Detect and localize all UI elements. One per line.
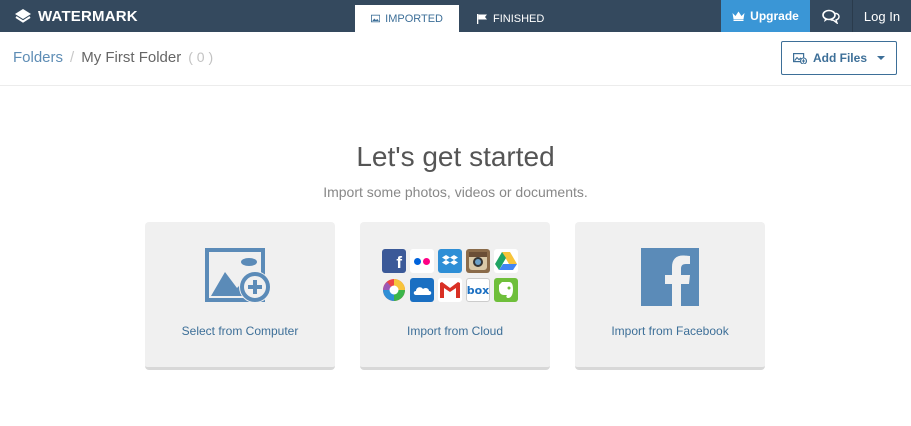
image-add-icon bbox=[205, 248, 271, 303]
dropbox-icon bbox=[438, 249, 462, 273]
app-logo-text: WATERMARK bbox=[38, 7, 138, 25]
instagram-glyph bbox=[469, 252, 487, 270]
flickr-icon bbox=[410, 249, 434, 273]
breadcrumb-current-folder: My First Folder bbox=[81, 49, 182, 66]
picasa-icon bbox=[382, 278, 406, 302]
crown-icon bbox=[732, 11, 745, 21]
evernote-glyph bbox=[499, 282, 513, 298]
upgrade-button[interactable]: Upgrade bbox=[721, 0, 810, 32]
topbar-actions: Upgrade Log In bbox=[721, 0, 911, 32]
breadcrumb: Folders / My First Folder ( 0 ) bbox=[13, 49, 213, 66]
evernote-icon bbox=[494, 278, 518, 302]
gmail-icon bbox=[438, 278, 462, 302]
add-files-label: Add Files bbox=[812, 51, 867, 65]
import-from-facebook-card[interactable]: Import from Facebook bbox=[575, 222, 765, 370]
page-title: Let's get started bbox=[356, 141, 555, 172]
onedrive-glyph bbox=[413, 287, 432, 295]
cloud-services-icon: f box bbox=[382, 249, 546, 302]
folder-header: Folders / My First Folder ( 0 ) Add File… bbox=[0, 32, 911, 86]
page-subtitle: Import some photos, videos or documents. bbox=[323, 184, 588, 200]
spacer-icon bbox=[522, 249, 546, 273]
tab-imported[interactable]: IMPORTED bbox=[355, 5, 459, 32]
folder-item-count: ( 0 ) bbox=[188, 49, 214, 65]
add-files-button[interactable]: Add Files bbox=[781, 41, 897, 75]
main-tabs: IMPORTED FINISHED bbox=[355, 5, 560, 32]
import-from-cloud-label: Import from Cloud bbox=[406, 324, 504, 338]
breadcrumb-folders-link[interactable]: Folders bbox=[13, 49, 63, 66]
select-from-computer-label: Select from Computer bbox=[181, 324, 299, 338]
upgrade-label: Upgrade bbox=[750, 9, 799, 23]
image-icon bbox=[371, 14, 381, 23]
flag-icon bbox=[477, 13, 487, 24]
facebook-icon bbox=[641, 248, 699, 306]
chat-bubbles-icon bbox=[822, 9, 840, 24]
instagram-icon bbox=[466, 249, 490, 273]
tab-finished[interactable]: FINISHED bbox=[459, 5, 560, 32]
box-icon: box bbox=[466, 278, 490, 302]
login-button[interactable]: Log In bbox=[852, 0, 911, 32]
add-image-icon bbox=[792, 52, 807, 64]
gmail-glyph bbox=[440, 282, 460, 298]
facebook-icon: f bbox=[382, 249, 406, 273]
google-drive-icon bbox=[494, 249, 518, 273]
onedrive-icon bbox=[410, 278, 434, 302]
breadcrumb-separator: / bbox=[70, 49, 75, 66]
watermark-logo-icon bbox=[15, 9, 31, 23]
import-from-cloud-card[interactable]: f box Import from Cloud bbox=[360, 222, 550, 370]
tab-imported-label: IMPORTED bbox=[385, 12, 443, 25]
select-from-computer-card[interactable]: Select from Computer bbox=[145, 222, 335, 370]
dropbox-glyph bbox=[442, 255, 458, 265]
google-drive-glyph bbox=[495, 252, 517, 270]
chat-button[interactable] bbox=[810, 0, 852, 32]
chevron-down-icon bbox=[877, 56, 885, 60]
app-logo[interactable]: WATERMARK bbox=[14, 0, 138, 32]
import-from-facebook-label: Import from Facebook bbox=[611, 324, 729, 338]
top-navbar: WATERMARK IMPORTED FINISHED Upgrade Log … bbox=[0, 0, 911, 32]
picasa-glyph bbox=[383, 279, 405, 301]
tab-finished-label: FINISHED bbox=[493, 12, 545, 25]
